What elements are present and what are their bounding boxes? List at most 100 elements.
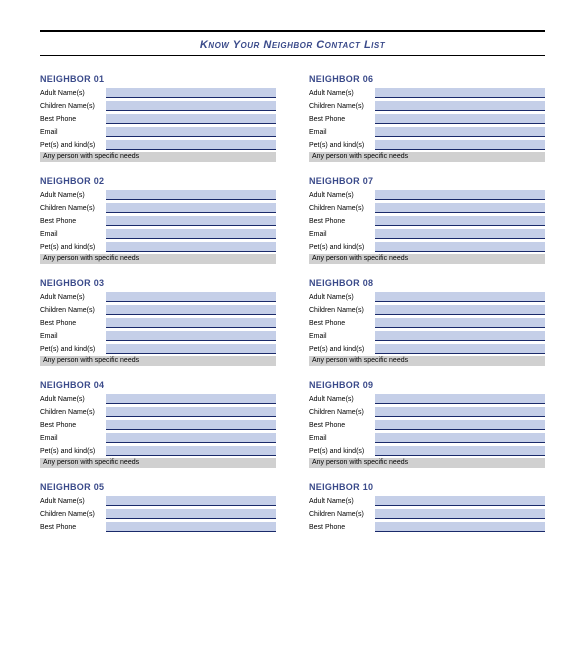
field-row: Children Name(s) (309, 405, 545, 417)
neighbor-card: NEIGHBOR 01 Adult Name(s) Children Name(s)… (40, 74, 276, 162)
field-input-line (106, 407, 276, 417)
field-row: Best Phone (309, 520, 545, 532)
field-input-line (375, 190, 545, 200)
specific-needs-bar: Any person with specific needs (309, 152, 545, 162)
field-label: Adult Name(s) (309, 498, 375, 506)
field-input-line (106, 101, 276, 111)
field-label: Adult Name(s) (40, 498, 106, 506)
neighbor-card-title: NEIGHBOR 01 (40, 74, 276, 84)
field-label: Best Phone (309, 422, 375, 430)
neighbor-card-title: NEIGHBOR 10 (309, 482, 545, 492)
field-input-line (106, 344, 276, 354)
field-row: Best Phone (309, 214, 545, 226)
field-row: Pet(s) and kind(s) (309, 240, 545, 252)
title-section: Know Your Neighbor Contact List (40, 30, 545, 56)
field-row: Email (40, 125, 276, 137)
field-row: Children Name(s) (40, 303, 276, 315)
specific-needs-bar: Any person with specific needs (40, 152, 276, 162)
field-row: Children Name(s) (309, 507, 545, 519)
field-label: Email (309, 129, 375, 137)
field-input-line (375, 229, 545, 239)
field-label: Pet(s) and kind(s) (40, 142, 106, 150)
neighbor-card-title: NEIGHBOR 07 (309, 176, 545, 186)
title-rule-bottom (40, 55, 545, 56)
field-row: Adult Name(s) (40, 494, 276, 506)
field-row: Email (40, 431, 276, 443)
field-input-line (375, 433, 545, 443)
title-rule-top (40, 30, 545, 32)
field-input-line (375, 305, 545, 315)
field-row: Adult Name(s) (40, 188, 276, 200)
field-label: Email (309, 435, 375, 443)
field-row: Email (40, 329, 276, 341)
field-input-line (375, 394, 545, 404)
field-input-line (106, 140, 276, 150)
field-label: Pet(s) and kind(s) (40, 448, 106, 456)
field-label: Pet(s) and kind(s) (40, 346, 106, 354)
field-label: Email (40, 231, 106, 239)
field-label: Adult Name(s) (40, 396, 106, 404)
field-row: Email (309, 227, 545, 239)
field-label: Children Name(s) (309, 307, 375, 315)
field-row: Children Name(s) (309, 201, 545, 213)
neighbor-card-title: NEIGHBOR 09 (309, 380, 545, 390)
field-input-line (106, 292, 276, 302)
field-label: Best Phone (40, 218, 106, 226)
field-label: Children Name(s) (309, 409, 375, 417)
field-row: Pet(s) and kind(s) (40, 138, 276, 150)
field-row: Children Name(s) (309, 303, 545, 315)
field-input-line (106, 509, 276, 519)
neighbor-card: NEIGHBOR 06Adult Name(s)Children Name(s)… (309, 74, 545, 162)
field-input-line (375, 344, 545, 354)
field-row: Children Name(s) (40, 201, 276, 213)
field-input-line (375, 318, 545, 328)
field-row: Children Name(s) (309, 99, 545, 111)
field-label: Adult Name(s) (40, 192, 106, 200)
field-row: Best Phone (40, 316, 276, 328)
field-row: Adult Name(s) (309, 188, 545, 200)
field-label: Pet(s) and kind(s) (40, 244, 106, 252)
field-row: Pet(s) and kind(s) (309, 342, 545, 354)
field-label: Children Name(s) (40, 205, 106, 213)
field-label: Children Name(s) (40, 103, 106, 111)
field-label: Children Name(s) (40, 307, 106, 315)
specific-needs-bar: Any person with specific needs (309, 254, 545, 264)
field-label: Email (309, 333, 375, 341)
field-row: Children Name(s) (40, 507, 276, 519)
neighbor-card: NEIGHBOR 10 Adult Name(s)Children Name(s)… (309, 482, 545, 533)
field-row: Best Phone (40, 214, 276, 226)
field-row: Best Phone (40, 112, 276, 124)
page-title: Know Your Neighbor Contact List (40, 35, 545, 55)
field-label: Pet(s) and kind(s) (309, 142, 375, 150)
neighbor-card-title: NEIGHBOR 05 (40, 482, 276, 492)
field-input-line (375, 407, 545, 417)
field-row: Adult Name(s) (309, 290, 545, 302)
field-label: Best Phone (40, 422, 106, 430)
neighbor-card: NEIGHBOR 08Adult Name(s)Children Name(s)… (309, 278, 545, 366)
neighbor-card-title: NEIGHBOR 02 (40, 176, 276, 186)
field-input-line (106, 522, 276, 532)
field-input-line (375, 331, 545, 341)
field-row: Email (309, 431, 545, 443)
field-input-line (375, 88, 545, 98)
field-row: Best Phone (40, 418, 276, 430)
field-row: Adult Name(s) (40, 392, 276, 404)
field-label: Adult Name(s) (40, 90, 106, 98)
field-row: Best Phone (40, 520, 276, 532)
field-input-line (375, 140, 545, 150)
field-input-line (106, 331, 276, 341)
field-input-line (375, 292, 545, 302)
field-label: Adult Name(s) (309, 90, 375, 98)
field-row: Best Phone (309, 112, 545, 124)
field-label: Best Phone (309, 218, 375, 226)
field-row: Best Phone (309, 316, 545, 328)
neighbor-card: NEIGHBOR 02 Adult Name(s) Children Name(s)… (40, 176, 276, 264)
specific-needs-bar: Any person with specific needs (309, 356, 545, 366)
specific-needs-bar: Any person with specific needs (40, 458, 276, 468)
field-input-line (106, 496, 276, 506)
specific-needs-bar: Any person with specific needs (40, 356, 276, 366)
field-row: Pet(s) and kind(s) (40, 240, 276, 252)
field-label: Email (40, 333, 106, 341)
field-label: Pet(s) and kind(s) (309, 346, 375, 354)
field-row: Email (40, 227, 276, 239)
